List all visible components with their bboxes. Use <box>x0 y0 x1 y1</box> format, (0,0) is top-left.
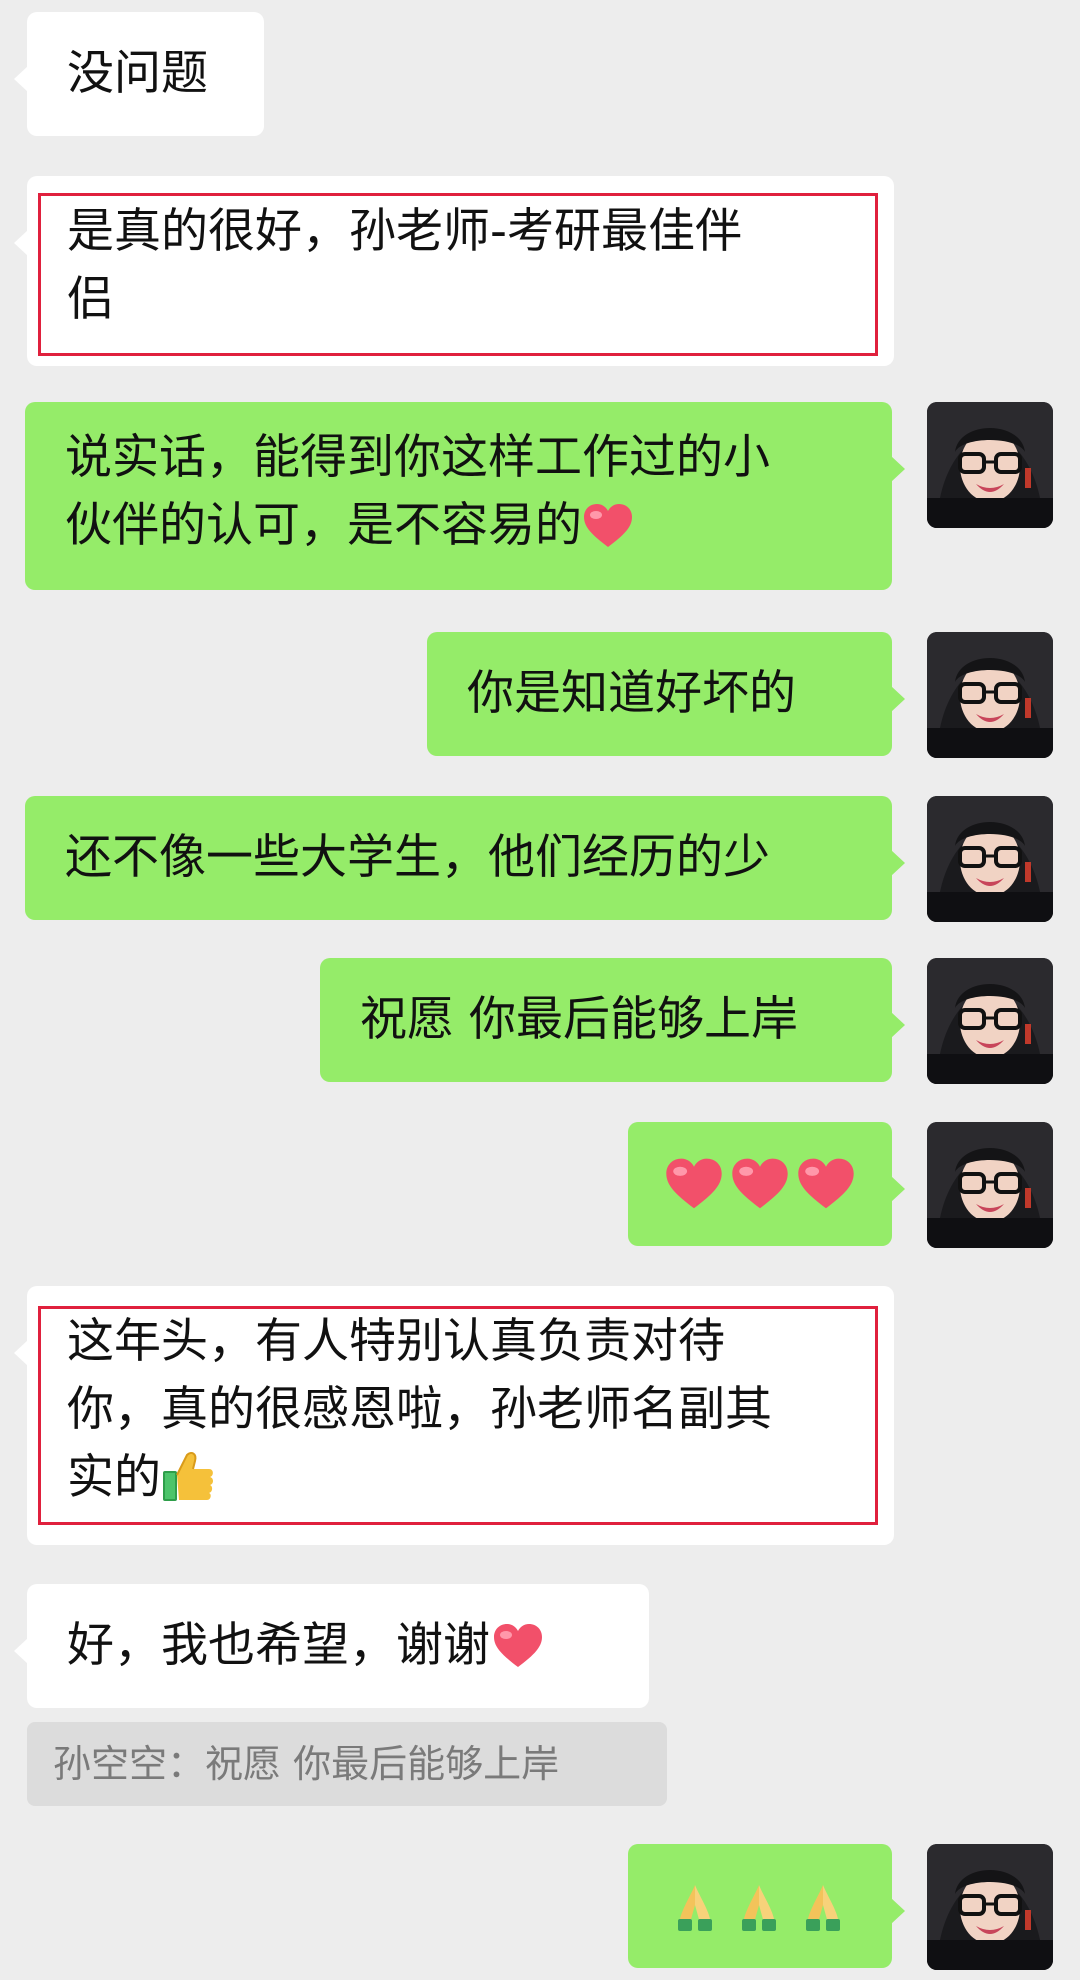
user-avatar[interactable] <box>927 958 1053 1084</box>
incoming-message-bubble[interactable]: 好，我也希望，谢谢 <box>14 1584 649 1708</box>
message-text: 还不像一些大学生，他们经历的少 <box>65 830 770 885</box>
message-text-line: 实的 <box>67 1444 854 1512</box>
outgoing-message-bubble[interactable]: 说实话，能得到你这样工作过的小 伙伴的认可，是不容易的 <box>25 402 905 590</box>
thumbs-up-emoji-icon <box>161 1449 215 1503</box>
user-avatar[interactable] <box>927 796 1053 922</box>
red-heart-emoji-icon <box>492 1623 544 1669</box>
user-avatar-photo-icon <box>927 402 1053 528</box>
red-heart-emoji-icon <box>582 503 634 549</box>
message-text: 好，我也希望，谢谢 <box>67 1618 490 1673</box>
user-avatar[interactable] <box>927 1122 1053 1248</box>
red-heart-emoji-icon <box>796 1157 856 1211</box>
outgoing-message-bubble[interactable]: 祝愿 你最后能够上岸 <box>320 958 905 1082</box>
outgoing-message-bubble[interactable]: 还不像一些大学生，他们经历的少 <box>25 796 905 920</box>
folded-hands-emoji-icon <box>796 1879 850 1933</box>
message-text: 祝愿 你最后能够上岸 <box>360 992 798 1047</box>
folded-hands-emoji-icon <box>732 1879 786 1933</box>
message-text: 伙伴的认可，是不容易的 <box>65 498 582 553</box>
incoming-message-bubble[interactable]: 是真的很好，孙老师-考研最佳伴 侣 <box>14 176 894 366</box>
quote-text: 孙空空：祝愿 你最后能够上岸 <box>53 1742 560 1786</box>
outgoing-message-bubble[interactable] <box>628 1844 905 1968</box>
user-avatar[interactable] <box>927 1844 1053 1970</box>
red-heart-emoji-icon <box>730 1157 790 1211</box>
user-avatar-photo-icon <box>927 1844 1053 1970</box>
message-text: 实的 <box>67 1450 161 1505</box>
message-text-line: 是真的很好，孙老师-考研最佳伴 <box>67 204 742 259</box>
incoming-message-bubble[interactable]: 没问题 <box>14 12 264 136</box>
message-text-line: 侣 <box>67 272 114 327</box>
folded-hands-emoji-icon <box>668 1879 722 1933</box>
user-avatar-photo-icon <box>927 958 1053 1084</box>
message-text-line: 这年头，有人特别认真负责对待 <box>67 1314 725 1369</box>
message-text-line: 你，真的很感恩啦，孙老师名副其 <box>67 1382 772 1437</box>
message-text: 你是知道好坏的 <box>467 666 796 721</box>
red-heart-emoji-icon <box>664 1157 724 1211</box>
user-avatar[interactable] <box>927 402 1053 528</box>
user-avatar-photo-icon <box>927 796 1053 922</box>
message-text-line: 说实话，能得到你这样工作过的小 <box>65 430 770 485</box>
incoming-message-bubble[interactable]: 这年头，有人特别认真负责对待 你，真的很感恩啦，孙老师名副其 实的 <box>14 1286 894 1545</box>
message-text-line: 伙伴的认可，是不容易的 <box>65 492 852 560</box>
outgoing-message-bubble[interactable]: 你是知道好坏的 <box>427 632 905 756</box>
user-avatar-photo-icon <box>927 632 1053 758</box>
message-text: 没问题 <box>67 46 208 101</box>
user-avatar-photo-icon <box>927 1122 1053 1248</box>
outgoing-message-bubble[interactable] <box>628 1122 905 1246</box>
quoted-reply-preview[interactable]: 孙空空：祝愿 你最后能够上岸 <box>27 1722 667 1806</box>
user-avatar[interactable] <box>927 632 1053 758</box>
